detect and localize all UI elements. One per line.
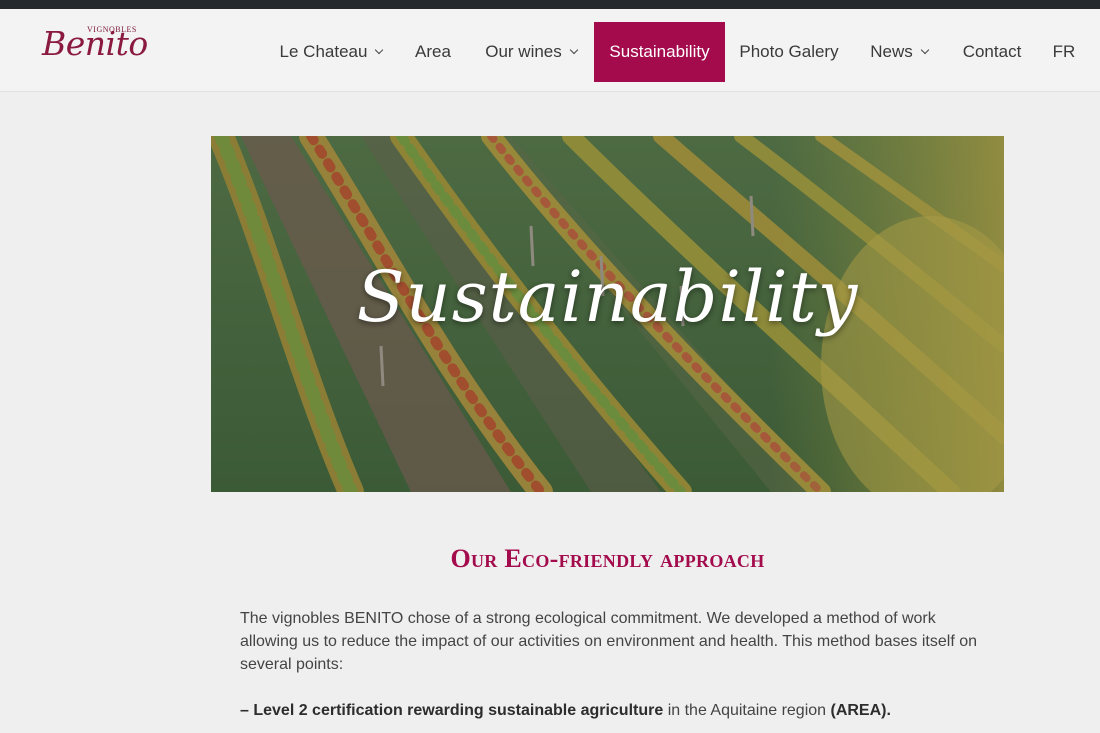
nav-item-language[interactable]: FR — [1046, 22, 1082, 82]
nav-item-sustainability[interactable]: Sustainability — [594, 22, 725, 82]
nav-item-news[interactable]: News — [859, 22, 939, 82]
nav-item-label: Contact — [962, 42, 1022, 61]
certification-point: – Level 2 certification rewarding sustai… — [240, 699, 980, 722]
section-title: Our Eco-friendly approach — [450, 544, 765, 573]
main-nav: Le Chateau Area Our wines Sustainability… — [0, 22, 1100, 82]
nav-item-label: Our wines — [485, 42, 562, 61]
nav-item-area[interactable]: Area — [402, 22, 464, 82]
intro-paragraph: The vignobles BENITO chose of a strong e… — [240, 610, 978, 673]
certification-acronym: (AREA). — [830, 702, 891, 719]
certification-strong: – Level 2 certification rewarding sustai… — [240, 702, 664, 719]
nav-item-label: FR — [1052, 42, 1076, 61]
nav-item-label: News — [870, 42, 913, 61]
chevron-down-icon — [569, 45, 579, 55]
nav-item-le-chateau[interactable]: Le Chateau — [272, 22, 390, 82]
hero-title: Sustainability — [356, 256, 859, 338]
nav-item-label: Sustainability — [609, 42, 710, 61]
hero-banner: Sustainability — [211, 136, 1004, 492]
chevron-down-icon — [375, 45, 384, 55]
nav-item-label: Photo Galery — [739, 42, 839, 61]
nav-item-contact[interactable]: Contact — [954, 22, 1030, 82]
nav-item-photo-galery[interactable]: Photo Galery — [733, 22, 845, 82]
top-strip — [0, 0, 1100, 9]
certification-text: in the Aquitaine region — [663, 702, 831, 719]
nav-item-label: Area — [415, 42, 451, 61]
nav-item-label: Le Chateau — [279, 42, 368, 61]
chevron-down-icon — [920, 45, 929, 55]
nav-item-our-wines[interactable]: Our wines — [475, 22, 587, 82]
site-header: Benito VIGNOBLES Le Chateau Area Our win… — [0, 9, 1100, 92]
